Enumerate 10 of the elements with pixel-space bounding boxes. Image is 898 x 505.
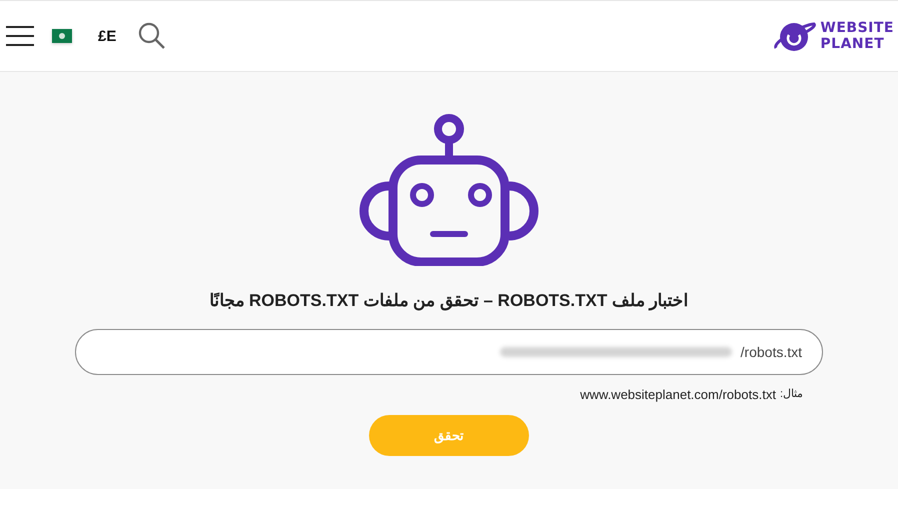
- robot-icon: [359, 114, 539, 266]
- menu-icon[interactable]: [6, 26, 36, 46]
- example-url: www.websiteplanet.com/robots.txt: [580, 387, 776, 402]
- url-input-field[interactable]: /robots.txt: [732, 344, 802, 360]
- currency-button[interactable]: £E: [98, 28, 116, 44]
- example-label: مثال:: [780, 387, 803, 402]
- logo-text: WEBSITE PLANET: [820, 20, 894, 52]
- search-icon[interactable]: [138, 22, 166, 50]
- page-title: اختبار ملف ROBOTS.TXT – تحقق من ملفات ROBOTS.TXT مجانًا: [209, 290, 689, 311]
- flag-icon[interactable]: [52, 29, 72, 43]
